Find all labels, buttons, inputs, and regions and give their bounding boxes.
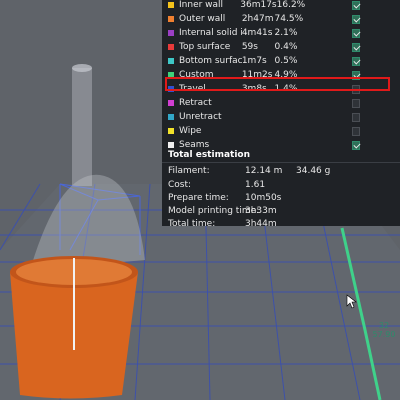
estimate-label: Model printing time: [168,205,260,216]
side-readout-line2: 57.90 [372,330,396,339]
feature-percent: 2.1% [274,28,298,38]
visibility-checkbox[interactable] [351,98,361,108]
feature-time: 59s [241,42,258,52]
visibility-checkbox[interactable] [351,84,361,94]
color-swatch [168,58,174,64]
feature-label: Bottom surface [179,56,242,66]
prepare-time-value: 10m50s [245,192,282,203]
model-time-value: 3h33m [245,205,277,216]
feature-percent: 0.5% [274,56,298,66]
feature-percent: 0.4% [274,42,298,52]
feature-label: Internal solid infill [179,28,242,38]
color-swatch [168,142,174,148]
estimate-row-filament: Filament: 12.14 m 34.46 g [168,164,396,177]
color-swatch [168,128,174,134]
color-swatch [168,16,174,22]
feature-label: Retract [179,98,212,108]
visibility-checkbox[interactable] [351,42,361,52]
feature-label: Unretract [179,112,222,122]
feature-percent: 74.5% [274,14,304,24]
visibility-checkbox[interactable] [351,56,361,66]
feature-time: 36m17s [240,0,277,10]
filament-weight: 34.46 g [296,165,331,176]
visibility-checkbox[interactable] [351,70,361,80]
color-swatch [168,44,174,50]
estimate-row-total: Total time: 3h44m [168,217,396,230]
sleeve-object [72,68,92,186]
total-estimation-title: Total estimation [168,150,250,160]
feature-time: 1m7s [241,56,267,66]
feature-percent: 1.4% [274,84,298,94]
divider [162,162,400,163]
feature-label: Outer wall [179,14,226,24]
visibility-checkbox[interactable] [351,14,361,24]
total-time-value: 3h44m [245,218,277,229]
visibility-checkbox[interactable] [351,112,361,122]
feature-label: Seams [179,140,210,150]
color-swatch [168,30,174,36]
feature-label: Inner wall [179,0,224,10]
estimate-row-model: Model printing time: 3h33m [168,204,396,217]
feature-percent: 4.9% [274,70,298,80]
feature-time: 2h47m [241,14,274,24]
estimate-label: Total time: [168,218,216,229]
estimate-label: Cost: [168,179,192,190]
estimate-label: Filament: [168,165,210,176]
feature-label: Custom [179,70,214,80]
feature-label: Wipe [179,126,202,136]
side-readout-line1: 32 [378,321,390,330]
estimate-label: Prepare time: [168,192,229,203]
estimate-row-prepare: Prepare time: 10m50s [168,191,396,204]
visibility-checkbox[interactable] [352,0,360,10]
feature-time: 4m41s [241,28,273,38]
visibility-checkbox[interactable] [351,140,361,150]
feature-label: Top surface [179,42,231,52]
color-swatch [168,100,174,106]
feature-time: 11m2s [241,70,273,80]
estimate-row-cost: Cost: 1.61 [168,178,396,191]
feature-percent: 16.2% [276,0,306,10]
feature-label: Travel [179,84,206,94]
color-swatch [168,2,174,8]
color-swatch [168,114,174,120]
color-swatch [168,86,174,92]
side-readout: 32 57.90 [370,321,398,341]
visibility-checkbox[interactable] [351,28,361,38]
feature-time: 3m8s [241,84,267,94]
filament-length: 12.14 m [245,165,283,176]
cost-value: 1.61 [245,179,266,190]
color-swatch [168,72,174,78]
visibility-checkbox[interactable] [351,126,361,136]
